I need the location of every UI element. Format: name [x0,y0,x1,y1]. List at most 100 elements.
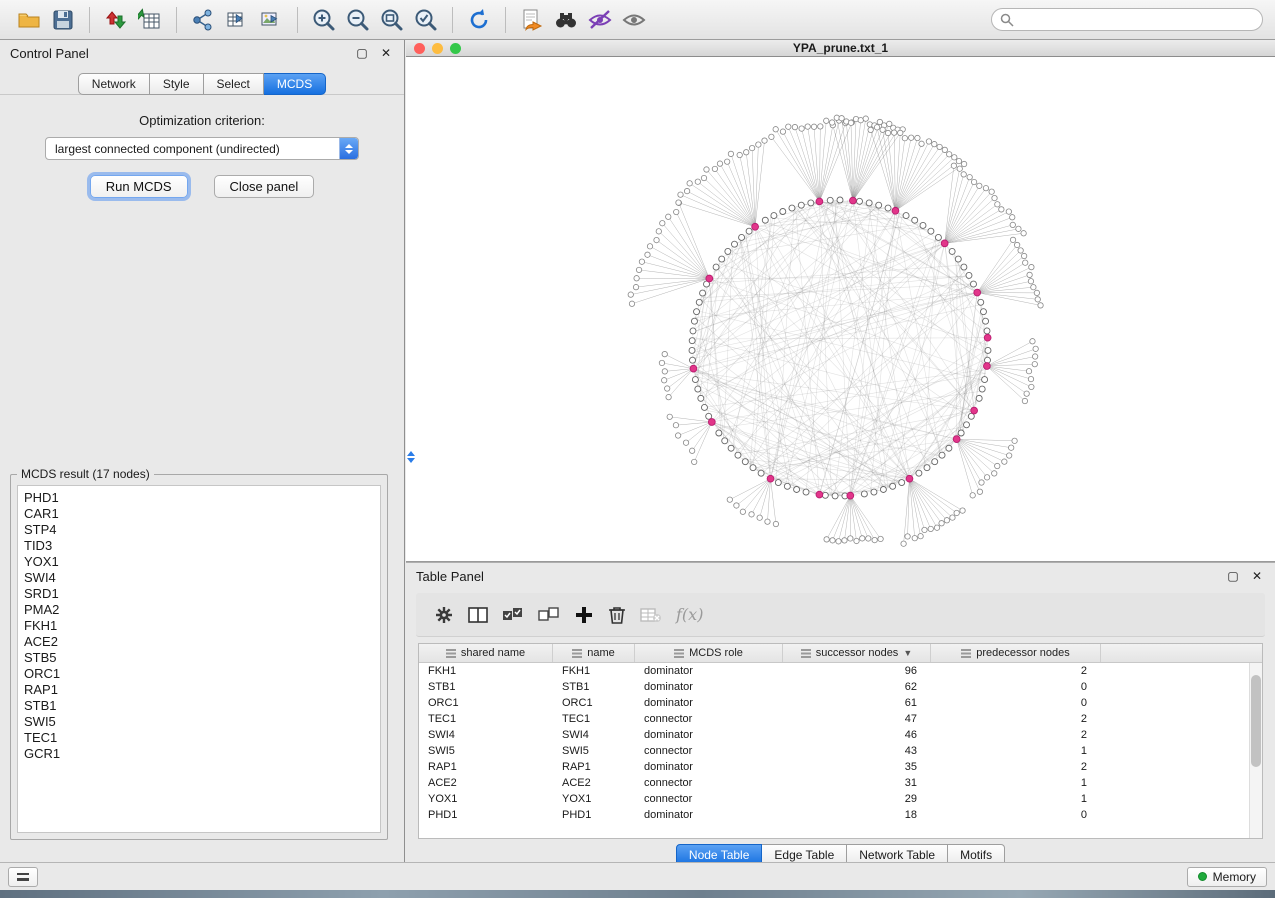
close-panel-icon[interactable]: ✕ [1249,568,1265,584]
table-cell: SWI5 [419,745,553,757]
table-row[interactable]: FKH1FKH1dominator962 [419,663,1249,679]
memory-button[interactable]: Memory [1187,867,1267,887]
table-row[interactable]: SWI5SWI5connector431 [419,743,1249,759]
binoculars-search-button[interactable] [549,4,583,36]
table-cell: 1 [931,777,1101,789]
network-search-field[interactable] [991,8,1263,31]
close-window-icon[interactable] [414,43,425,54]
status-bar: Memory [0,862,1275,890]
sort-descending-icon: ▼ [903,648,912,658]
toolbar-separator [505,7,506,33]
mcds-result-item[interactable]: CAR1 [24,506,374,522]
show-columns-button[interactable] [468,601,488,629]
float-window-icon[interactable]: ▢ [1225,568,1241,584]
table-row[interactable]: SWI4SWI4dominator462 [419,727,1249,743]
zoom-in-icon [311,7,337,33]
export-network-button[interactable] [186,4,220,36]
table-cell: 62 [783,681,931,693]
add-row-button[interactable] [574,601,594,629]
zoom-selected-button[interactable] [409,4,443,36]
task-history-button[interactable] [8,867,38,887]
select-all-button[interactable] [502,601,524,629]
mcds-result-item[interactable]: PMA2 [24,602,374,618]
search-input[interactable] [1019,13,1254,27]
table-cell: ORC1 [419,697,553,709]
mcds-result-list[interactable]: PHD1CAR1STP4TID3YOX1SWI4SRD1PMA2FKH1ACE2… [17,485,381,833]
minimize-window-icon[interactable] [432,43,443,54]
mcds-result-item[interactable]: RAP1 [24,682,374,698]
tab-network[interactable]: Network [78,73,150,95]
show-details-button[interactable] [617,4,651,36]
tab-select[interactable]: Select [204,73,264,95]
hide-details-button[interactable] [583,4,617,36]
document-share-button[interactable] [515,4,549,36]
deselect-all-button[interactable] [538,601,560,629]
column-header-shared-name[interactable]: shared name [419,644,553,662]
mcds-result-item[interactable]: SWI5 [24,714,374,730]
show-details-eye-icon [621,7,647,33]
table-cell: ACE2 [553,777,635,789]
column-header-predecessor-nodes[interactable]: predecessor nodes [931,644,1101,662]
export-table-button[interactable] [220,4,254,36]
mcds-result-item[interactable]: ACE2 [24,634,374,650]
splitter-collapse-icon[interactable] [407,451,415,463]
import-network-button[interactable] [99,4,133,36]
table-row[interactable]: TEC1TEC1connector472 [419,711,1249,727]
zoom-fit-button[interactable] [375,4,409,36]
table-row[interactable]: YOX1YOX1connector291 [419,791,1249,807]
table-cell: STB1 [553,681,635,693]
mcds-result-item[interactable]: TID3 [24,538,374,554]
tab-style[interactable]: Style [150,73,204,95]
memory-label: Memory [1213,870,1256,884]
table-row[interactable]: STB1STB1dominator620 [419,679,1249,695]
mcds-result-item[interactable]: ORC1 [24,666,374,682]
mcds-result-item[interactable]: TEC1 [24,730,374,746]
network-canvas[interactable] [406,57,1275,562]
memory-status-icon [1198,872,1207,881]
table-scrollbar[interactable] [1249,663,1262,838]
network-share-icon [191,8,215,32]
table-settings-button[interactable] [434,601,454,629]
scrollbar-thumb[interactable] [1251,675,1261,767]
mcds-result-item[interactable]: GCR1 [24,746,374,762]
tab-mcds[interactable]: MCDS [264,73,326,95]
table-cell: connector [635,793,783,805]
table-row[interactable]: ORC1ORC1dominator610 [419,695,1249,711]
mcds-tab-content: Optimization criterion: largest connecte… [0,94,404,198]
zoom-out-button[interactable] [341,4,375,36]
mcds-result-item[interactable]: SRD1 [24,586,374,602]
mcds-result-item[interactable]: STB1 [24,698,374,714]
mcds-result-item[interactable]: STB5 [24,650,374,666]
mcds-result-item[interactable]: PHD1 [24,490,374,506]
export-image-button[interactable] [254,4,288,36]
table-cell: 0 [931,809,1101,821]
save-session-button[interactable] [46,4,80,36]
function-builder-button: f(x) [676,601,703,629]
maximize-window-icon[interactable] [450,43,461,54]
import-table-button[interactable] [133,4,167,36]
table-panel-header: Table Panel ▢ ✕ [406,563,1275,589]
network-window-titlebar[interactable]: YPA_prune.txt_1 [406,40,1275,57]
refresh-button[interactable] [462,4,496,36]
refresh-icon [466,7,492,33]
close-panel-icon[interactable]: ✕ [378,45,394,61]
mcds-result-item[interactable]: SWI4 [24,570,374,586]
right-pane: YPA_prune.txt_1 Table Panel ▢ ✕ [406,40,1275,862]
column-header-mcds-role[interactable]: MCDS role [635,644,783,662]
column-header-name[interactable]: name [553,644,635,662]
table-row[interactable]: PHD1PHD1dominator180 [419,807,1249,823]
mcds-result-item[interactable]: YOX1 [24,554,374,570]
optimization-criterion-label: Optimization criterion: [0,113,404,128]
open-session-button[interactable] [12,4,46,36]
delete-row-button[interactable] [608,601,626,629]
run-mcds-button[interactable]: Run MCDS [90,175,188,198]
float-window-icon[interactable]: ▢ [354,45,370,61]
criterion-dropdown[interactable]: largest connected component (undirected) [45,137,359,160]
zoom-in-button[interactable] [307,4,341,36]
mcds-result-item[interactable]: STP4 [24,522,374,538]
mcds-result-item[interactable]: FKH1 [24,618,374,634]
table-row[interactable]: RAP1RAP1dominator352 [419,759,1249,775]
column-header-successor-nodes[interactable]: successor nodes ▼ [783,644,931,662]
table-row[interactable]: ACE2ACE2connector311 [419,775,1249,791]
close-panel-button[interactable]: Close panel [214,175,315,198]
